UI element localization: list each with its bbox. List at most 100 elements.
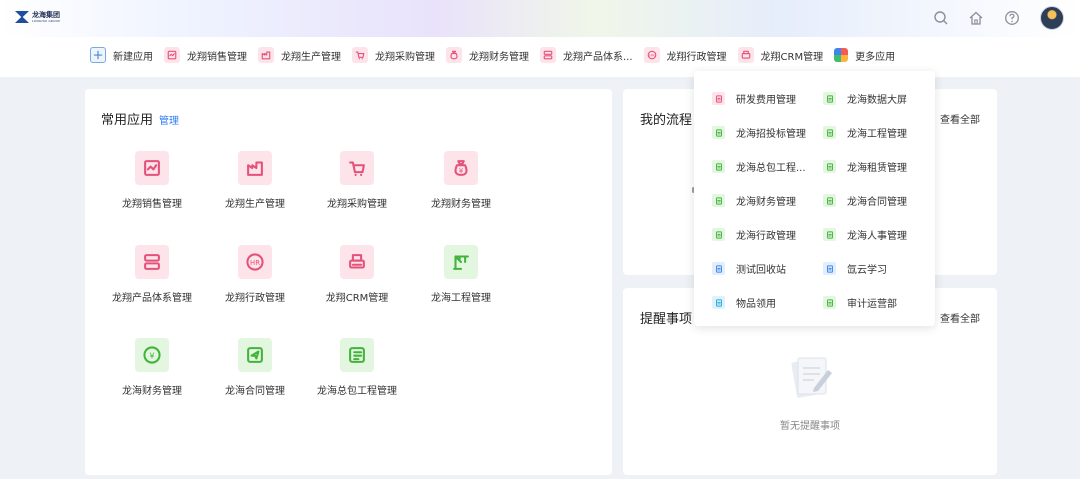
money-bag-icon: ¥: [444, 151, 478, 185]
purchase-icon: [352, 47, 368, 63]
logo-mark-icon: [15, 11, 29, 23]
checklist-icon: [340, 338, 374, 372]
more-apps-item-label: 氙云学习: [847, 265, 887, 276]
company-logo[interactable]: 龙海集团 LONGHAI GROUP: [15, 11, 60, 23]
more-apps-item[interactable]: 研发费用管理: [712, 91, 796, 106]
app-card-label: 龙翔CRM管理: [325, 293, 389, 304]
server-icon: [135, 245, 169, 279]
app-card[interactable]: 龙海合同管理: [205, 338, 305, 397]
purchase-icon: [340, 151, 374, 185]
more-apps-item[interactable]: 龙海合同管理: [823, 193, 907, 208]
more-apps-item-label: 龙海工程管理: [847, 129, 907, 140]
svg-text:HR: HR: [250, 259, 260, 267]
app-card-label: 龙翔财务管理: [431, 199, 491, 210]
home-icon[interactable]: [968, 10, 984, 26]
more-apps-item[interactable]: 龙海行政管理: [712, 227, 796, 242]
app-card[interactable]: 龙翔采购管理: [307, 151, 407, 210]
help-icon[interactable]: [1004, 10, 1020, 26]
app-card-label: 龙海财务管理: [122, 386, 182, 397]
app-icon: [823, 194, 836, 207]
app-icon: [823, 126, 836, 139]
more-apps-item-label: 龙海财务管理: [736, 197, 796, 208]
app-tab-label: 龙翔采购管理: [375, 51, 435, 63]
common-apps-panel: 常用应用 管理 龙翔销售管理 龙翔生产管理 龙翔采购管理 ¥ 龙翔财务管理龙翔产品体系管…: [85, 89, 612, 475]
empty-notes-illustration: [791, 357, 832, 398]
app-icon: [712, 160, 725, 173]
app-icon: [823, 262, 836, 275]
app-tab-6[interactable]: HR 龙翔行政管理: [643, 47, 727, 63]
finance-icon: [446, 47, 462, 63]
app-card[interactable]: 龙海工程管理: [411, 245, 511, 304]
app-card[interactable]: 龙海总包工程管理: [307, 338, 407, 397]
more-apps-item[interactable]: 龙海租赁管理: [823, 159, 907, 174]
more-apps-item-label: 研发费用管理: [736, 95, 796, 106]
more-apps-item[interactable]: 龙海财务管理: [712, 193, 796, 208]
common-apps-title: 常用应用: [101, 113, 154, 128]
app-card-label: 龙海合同管理: [225, 386, 285, 397]
app-card-label: 龙翔产品体系管理: [112, 293, 192, 304]
more-apps-item[interactable]: 龙海人事管理: [823, 227, 907, 242]
reminders-view-all-link[interactable]: 查看全部: [940, 310, 980, 325]
more-apps-item[interactable]: 物品领用: [712, 295, 776, 310]
production-icon: [238, 151, 272, 185]
hr-icon: HR: [238, 245, 272, 279]
more-apps-item[interactable]: 龙海工程管理: [823, 125, 907, 140]
app-card[interactable]: ¥ 龙海财务管理: [102, 338, 202, 397]
production-icon: [258, 47, 274, 63]
more-apps-item-label: 龙海行政管理: [736, 231, 796, 242]
app-tab-label: 龙翔生产管理: [281, 51, 341, 63]
app-tab-4[interactable]: 龙翔财务管理: [446, 47, 529, 63]
app-tab-0[interactable]: 新建应用: [90, 47, 153, 63]
app-icon: [823, 296, 836, 309]
my-flow-title: 我的流程: [640, 113, 693, 128]
more-apps-item-label: 龙海人事管理: [847, 231, 907, 242]
app-icon: [712, 194, 725, 207]
app-tab-1[interactable]: 龙翔销售管理: [164, 47, 247, 63]
app-tab-2[interactable]: 龙翔生产管理: [258, 47, 341, 63]
svg-text:HR: HR: [649, 54, 655, 58]
search-icon[interactable]: [933, 10, 949, 26]
top-bar: 龙海集团 LONGHAI GROUP: [0, 0, 1080, 37]
app-tab-label: 更多应用: [855, 51, 896, 63]
more-apps-item[interactable]: 测试回收站: [712, 261, 786, 276]
logo-subtitle: LONGHAI GROUP: [32, 19, 61, 23]
app-card[interactable]: 龙翔产品体系管理: [102, 245, 202, 304]
sales-icon: [135, 151, 169, 185]
app-card[interactable]: 龙翔CRM管理: [307, 245, 407, 304]
more-apps-item-label: 龙海合同管理: [847, 197, 907, 208]
app-tab-5[interactable]: 龙翔产品体系...: [540, 47, 633, 63]
more-apps-item[interactable]: 审计运营部: [823, 295, 897, 310]
app-tab-label: 龙翔销售管理: [187, 51, 247, 63]
more-apps-item-label: 物品领用: [736, 299, 776, 310]
app-card-label: 龙翔销售管理: [122, 199, 182, 210]
plus-icon: [90, 47, 106, 63]
more-apps-dropdown: 研发费用管理 龙海数据大屏龙海招投标管理 龙海工程管理龙海总包工程... 龙海租赁管理…: [694, 71, 935, 326]
app-icon: [712, 126, 725, 139]
manage-link[interactable]: 管理: [159, 112, 179, 127]
more-apps-item[interactable]: 龙海招投标管理: [712, 125, 806, 140]
more-apps-item[interactable]: 龙海总包工程...: [712, 159, 806, 174]
app-tab-3[interactable]: 龙翔采购管理: [352, 47, 435, 63]
app-tab-label: 新建应用: [113, 51, 153, 63]
more-apps-item-label: 龙海招投标管理: [736, 129, 806, 140]
app-icon: [823, 92, 836, 105]
svg-text:¥: ¥: [149, 350, 154, 360]
app-card[interactable]: HR 龙翔行政管理: [205, 245, 305, 304]
app-tab-8[interactable]: 更多应用: [834, 48, 895, 63]
logo-text: 龙海集团: [32, 11, 60, 19]
app-icon: [712, 228, 725, 241]
app-card[interactable]: 龙翔生产管理: [205, 151, 305, 210]
flow-view-all-link[interactable]: 查看全部: [940, 111, 980, 126]
app-icon: [712, 262, 725, 275]
more-apps-item-label: 测试回收站: [736, 265, 786, 276]
app-card[interactable]: ¥ 龙翔财务管理: [411, 151, 511, 210]
app-icon: [823, 160, 836, 173]
crm-icon: [737, 47, 754, 63]
app-tab-label: 龙翔财务管理: [469, 51, 529, 63]
send-icon: [238, 338, 272, 372]
more-apps-item[interactable]: 氙云学习: [823, 261, 887, 276]
app-tab-7[interactable]: 龙翔CRM管理: [737, 47, 823, 63]
more-apps-item[interactable]: 龙海数据大屏: [823, 91, 907, 106]
user-avatar[interactable]: [1040, 6, 1064, 30]
app-card[interactable]: 龙翔销售管理: [102, 151, 202, 210]
